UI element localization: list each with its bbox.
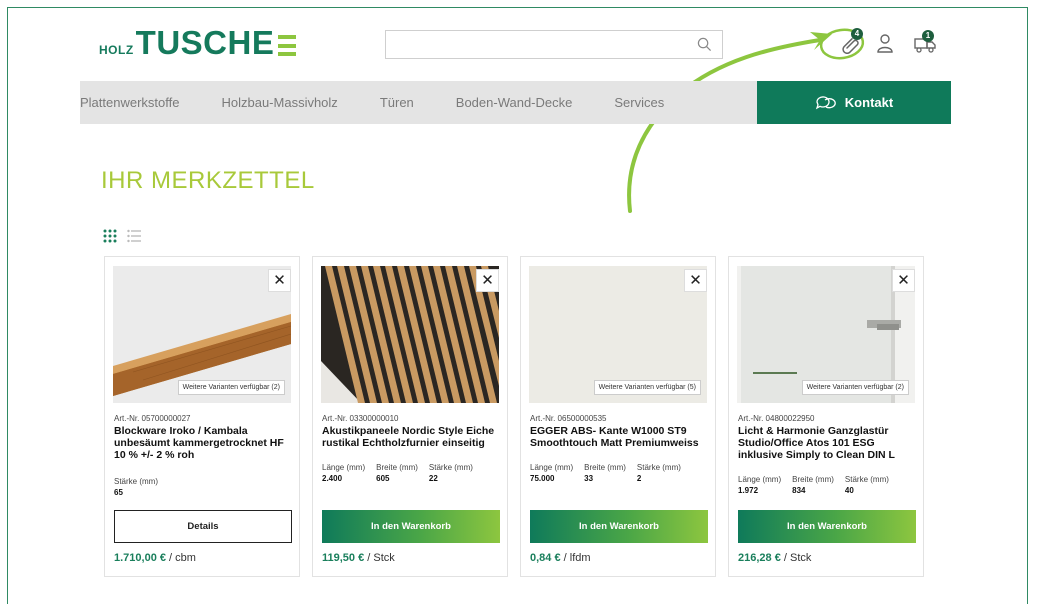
spec-label: Stärke (mm)	[428, 463, 473, 472]
nav-item-tueren[interactable]: Türen	[380, 95, 414, 110]
logo-bars-icon	[278, 35, 297, 56]
spec-label: Länge (mm)	[322, 463, 366, 472]
product-name[interactable]: Blockware Iroko / Kambala unbesäumt kamm…	[114, 425, 294, 461]
product-price: 0,84 €	[530, 552, 561, 564]
product-image[interactable]: Weitere Varianten verfügbar (2)	[113, 266, 291, 403]
search-input[interactable]	[386, 31, 692, 58]
cart-button[interactable]: 1	[914, 30, 940, 55]
nav-item-holzbau-massivholz[interactable]: Holzbau-Massivholz	[221, 95, 337, 110]
wishlist-count-badge: 4	[851, 28, 863, 40]
article-number: Art.-Nr. 03300000010	[322, 414, 399, 423]
product-card: Weitere Varianten verfügbar (2) ✕ Art.-N…	[104, 256, 300, 577]
wishlist-button[interactable]: 4	[841, 28, 867, 55]
nav-item-plattenwerkstoffe[interactable]: Plattenwerkstoffe	[80, 95, 179, 110]
product-price: 119,50 €	[322, 552, 365, 564]
main-nav: Plattenwerkstoffe Holzbau-Massivholz Tür…	[80, 81, 757, 124]
list-view-icon[interactable]	[127, 229, 141, 243]
chat-icon	[815, 95, 836, 109]
price-unit: / Stck	[364, 552, 395, 564]
nav-item-boden-wand-decke[interactable]: Boden-Wand-Decke	[456, 95, 573, 110]
remove-button[interactable]: ✕	[684, 269, 707, 292]
price-unit: / Stck	[780, 552, 812, 564]
remove-button[interactable]: ✕	[268, 269, 291, 292]
price-unit: / cbm	[166, 552, 196, 564]
logo[interactable]: HOLZ TUSCHE	[99, 24, 297, 61]
product-specs: Länge (mm) 75.000 Breite (mm) 33 Stärke (m…	[530, 463, 692, 483]
product-price-line: 0,84 € / lfdm	[530, 552, 591, 564]
product-name[interactable]: EGGER ABS- Kante W1000 ST9 Smoothtouch M…	[530, 425, 710, 449]
kontakt-button[interactable]: Kontakt	[757, 81, 951, 124]
account-button[interactable]	[876, 33, 902, 55]
spec-value: 2.400	[322, 474, 343, 483]
add-to-cart-button[interactable]: In den Warenkorb	[530, 510, 708, 543]
spec-value: 1.972	[738, 486, 759, 495]
spec-value: 2	[636, 474, 642, 483]
logo-prefix: HOLZ	[99, 43, 134, 57]
cart-count-badge: 1	[922, 30, 934, 42]
article-number: Art.-Nr. 05700000027	[114, 414, 191, 423]
variants-badge: Weitere Varianten verfügbar (5)	[593, 380, 701, 395]
product-price-line: 119,50 € / Stck	[322, 552, 395, 564]
product-price-line: 216,28 € / Stck	[738, 552, 811, 564]
user-icon	[877, 34, 893, 53]
product-specs: Länge (mm) 1.972 Breite (mm) 834 Stärke (m…	[738, 475, 900, 495]
spec-label: Länge (mm)	[738, 475, 782, 484]
product-image[interactable]	[321, 266, 499, 403]
spec-label: Breite (mm)	[376, 463, 418, 472]
variants-badge: Weitere Varianten verfügbar (2)	[801, 380, 909, 395]
spec-value: 40	[844, 486, 854, 495]
product-price: 1.710,00 €	[114, 552, 166, 564]
article-number: Art.-Nr. 04800022950	[738, 414, 815, 423]
spec-value: 65	[114, 488, 123, 497]
product-card: Weitere Varianten verfügbar (5) ✕ Art.-N…	[520, 256, 716, 577]
spec-label: Stärke (mm)	[114, 477, 158, 486]
remove-button[interactable]: ✕	[476, 269, 499, 292]
spec-label: Stärke (mm)	[636, 463, 681, 472]
product-image[interactable]: Weitere Varianten verfügbar (2)	[737, 266, 915, 403]
nav-item-services[interactable]: Services	[614, 95, 664, 110]
grid-view-icon[interactable]	[103, 229, 117, 243]
spec-label: Breite (mm)	[792, 475, 834, 484]
spec-value: 605	[376, 474, 390, 483]
spec-label: Stärke (mm)	[844, 475, 889, 484]
logo-wordmark: TUSCHE	[135, 24, 275, 61]
details-button[interactable]: Details	[114, 510, 292, 543]
search-box[interactable]	[385, 30, 723, 59]
search-icon[interactable]	[697, 37, 712, 52]
spec-value: 22	[428, 474, 438, 483]
product-specs: Länge (mm) 2.400 Breite (mm) 605 Stärke (m…	[322, 463, 484, 483]
remove-button[interactable]: ✕	[892, 269, 915, 292]
spec-value: 33	[584, 474, 594, 483]
add-to-cart-button[interactable]: In den Warenkorb	[738, 510, 916, 543]
article-number: Art.-Nr. 06500000535	[530, 414, 607, 423]
price-unit: / lfdm	[560, 552, 591, 564]
product-card: ✕ Art.-Nr. 03300000010 Akustikpaneele No…	[312, 256, 508, 577]
product-card: Weitere Varianten verfügbar (2) ✕ Art.-N…	[728, 256, 924, 577]
add-to-cart-button[interactable]: In den Warenkorb	[322, 510, 500, 543]
variants-badge: Weitere Varianten verfügbar (2)	[177, 380, 285, 395]
product-name[interactable]: Akustikpaneele Nordic Style Eiche rustik…	[322, 425, 502, 449]
spec-value: 75.000	[530, 474, 555, 483]
product-image[interactable]: Weitere Varianten verfügbar (5)	[529, 266, 707, 403]
product-specs: Stärke (mm) 65	[114, 477, 169, 497]
product-name[interactable]: Licht & Harmonie Ganzglastür Studio/Offi…	[738, 425, 918, 461]
spec-value: 834	[792, 486, 806, 495]
page-title: IHR MERKZETTEL	[101, 167, 315, 194]
kontakt-label: Kontakt	[844, 95, 894, 110]
product-price-line: 1.710,00 € / cbm	[114, 552, 196, 564]
spec-label: Länge (mm)	[530, 463, 574, 472]
product-price: 216,28 €	[738, 552, 781, 564]
spec-label: Breite (mm)	[584, 463, 626, 472]
